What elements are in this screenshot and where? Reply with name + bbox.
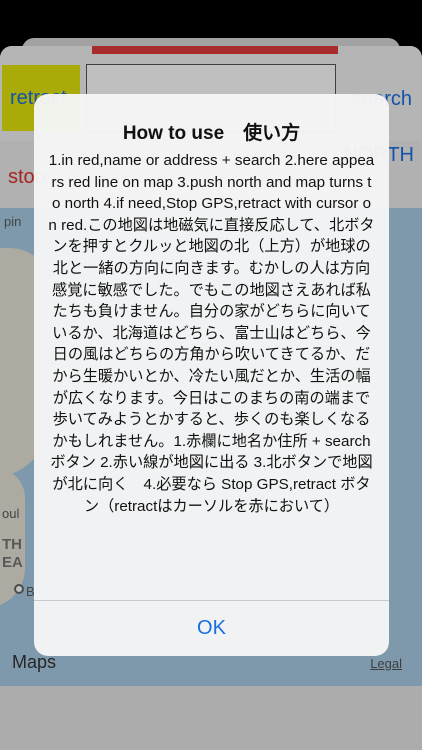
alert-message: 1.in red,name or address + search 2.here… — [48, 152, 375, 515]
how-to-use-alert: How to use 使い方 1.in red,name or address … — [34, 94, 389, 656]
alert-title: How to use 使い方 — [122, 123, 301, 144]
ok-button[interactable]: OK — [34, 601, 389, 656]
